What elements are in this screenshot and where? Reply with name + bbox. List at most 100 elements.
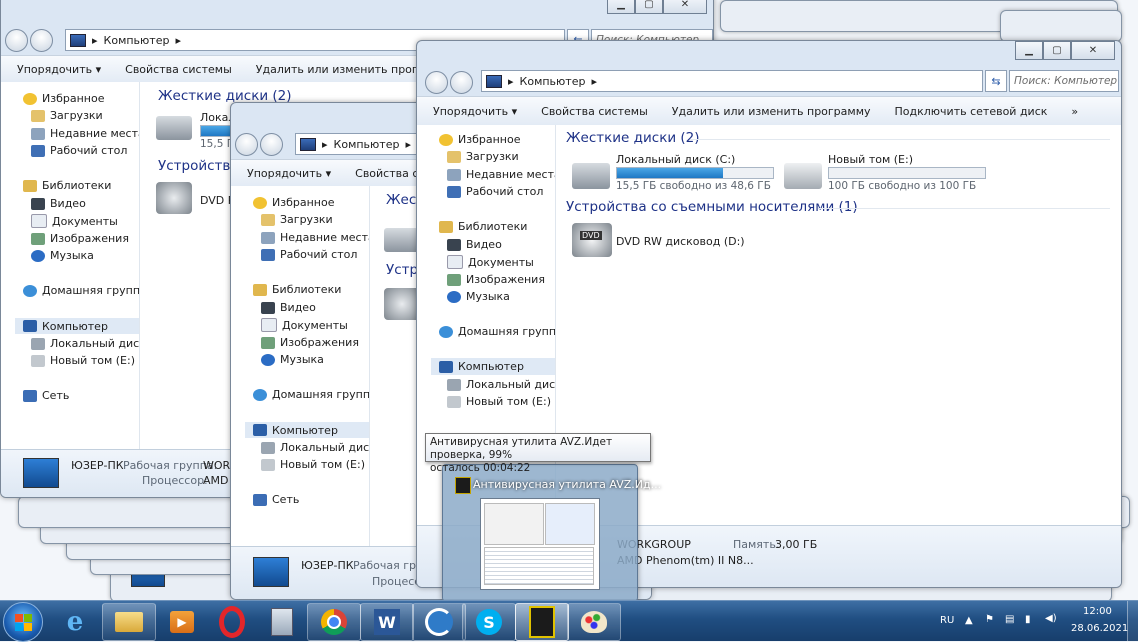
- nav-downloads[interactable]: Загрузки: [31, 109, 103, 122]
- back-button[interactable]: [425, 70, 448, 94]
- minimize-button[interactable]: ▁: [607, 0, 635, 14]
- video-icon: [31, 197, 45, 210]
- nav-network[interactable]: Сеть: [23, 389, 69, 402]
- tray-expand-icon[interactable]: ▲: [965, 615, 973, 626]
- folder-icon: [447, 150, 461, 163]
- map-drive-button[interactable]: Подключить сетевой диск: [895, 105, 1048, 118]
- nav-desktop[interactable]: Рабочий стол: [31, 144, 127, 157]
- organize-button[interactable]: Упорядочить ▾: [17, 63, 101, 76]
- nav-computer[interactable]: Компьютер: [431, 358, 555, 375]
- nav-desktop[interactable]: Рабочий стол: [447, 185, 543, 198]
- nav-new-volume[interactable]: Новый том (E:): [261, 458, 365, 471]
- uninstall-button[interactable]: Удалить или изменить программу: [672, 105, 871, 118]
- taskbar-avz[interactable]: [515, 603, 569, 641]
- close-button[interactable]: ✕: [663, 0, 707, 14]
- taskbar-opera[interactable]: [205, 603, 259, 641]
- computer-name: ЮЗЕР-ПК: [301, 559, 354, 572]
- nav-desktop[interactable]: Рабочий стол: [261, 248, 357, 261]
- action-center-icon[interactable]: ⚑: [985, 614, 994, 625]
- taskbar-thumbnail-preview[interactable]: Антивирусная утилита AVZ.Ид...: [442, 464, 661, 602]
- signal-icon[interactable]: ▮: [1025, 614, 1031, 625]
- drive-name-e[interactable]: Новый том (E:): [828, 153, 913, 166]
- close-button[interactable]: ✕: [1071, 41, 1115, 60]
- nav-new-volume[interactable]: Новый том (E:): [31, 354, 135, 367]
- taskbar-explorer[interactable]: [102, 603, 156, 641]
- taskbar-paint[interactable]: [567, 603, 621, 641]
- network-icon[interactable]: ▤: [1005, 614, 1014, 625]
- organize-button[interactable]: Упорядочить ▾: [247, 167, 331, 180]
- library-icon: [23, 179, 37, 192]
- more-commands-button[interactable]: »: [1071, 105, 1078, 118]
- language-indicator[interactable]: RU: [940, 615, 954, 626]
- taskbar-chrome[interactable]: [307, 603, 361, 641]
- nav-favorites[interactable]: Избранное: [439, 133, 520, 146]
- taskbar-word[interactable]: W: [360, 603, 414, 641]
- taskbar-skype[interactable]: S: [462, 603, 516, 641]
- nav-local-disk[interactable]: Локальный диск (C: [31, 337, 139, 350]
- nav-local-disk[interactable]: Локальный диск (C: [261, 441, 369, 454]
- forward-button[interactable]: [30, 28, 53, 52]
- nav-homegroup[interactable]: Домашняя группа: [439, 325, 555, 338]
- nav-libraries[interactable]: Библиотеки: [253, 283, 341, 296]
- nav-computer[interactable]: Компьютер: [245, 422, 369, 438]
- taskbar-ie[interactable]: e: [48, 603, 102, 641]
- thumbnail-window-preview: [480, 498, 600, 590]
- address-bar[interactable]: ▸ Компьютер ▸: [481, 70, 983, 92]
- nav-images[interactable]: Изображения: [261, 336, 359, 349]
- nav-local-disk[interactable]: Локальный диск (C: [447, 378, 555, 391]
- taskbar-calculator[interactable]: [255, 603, 309, 641]
- nav-images[interactable]: Изображения: [447, 273, 545, 286]
- nav-video[interactable]: Видео: [261, 301, 316, 314]
- nav-favorites[interactable]: Избранное: [23, 92, 104, 105]
- nav-music[interactable]: Музыка: [261, 353, 324, 366]
- nav-video[interactable]: Видео: [447, 238, 502, 251]
- nav-recent[interactable]: Недавние места: [31, 127, 139, 140]
- maximize-button[interactable]: ▢: [635, 0, 663, 14]
- ccleaner-icon: [425, 608, 453, 636]
- nav-downloads[interactable]: Загрузки: [447, 150, 519, 163]
- forward-button[interactable]: [450, 70, 473, 94]
- system-properties-button[interactable]: Свойства системы: [125, 63, 232, 76]
- nav-new-volume[interactable]: Новый том (E:): [447, 395, 551, 408]
- nav-homegroup[interactable]: Домашняя группа: [253, 388, 369, 401]
- organize-button[interactable]: Упорядочить ▾: [433, 105, 517, 118]
- navigation-pane: Избранное Загрузки Недавние места Рабочи…: [231, 186, 370, 546]
- nav-network[interactable]: Сеть: [253, 493, 299, 506]
- nav-music[interactable]: Музыка: [31, 249, 94, 262]
- taskbar-ccleaner[interactable]: [412, 603, 466, 641]
- nav-computer[interactable]: Компьютер: [15, 318, 139, 334]
- nav-libraries[interactable]: Библиотеки: [439, 220, 527, 233]
- minimize-button[interactable]: ▁: [1015, 41, 1043, 60]
- nav-video[interactable]: Видео: [31, 197, 86, 210]
- search-input[interactable]: Поиск: Компьютер: [1009, 70, 1119, 92]
- nav-images[interactable]: Изображения: [31, 232, 129, 245]
- taskbar-media-player[interactable]: ▶: [155, 603, 209, 641]
- show-desktop-button[interactable]: [1127, 601, 1138, 641]
- nav-recent[interactable]: Недавние места: [447, 168, 555, 181]
- nav-documents[interactable]: Документы: [31, 214, 118, 228]
- system-properties-button[interactable]: Свойства системы: [541, 105, 648, 118]
- nav-documents[interactable]: Документы: [261, 318, 348, 332]
- refresh-button[interactable]: ⇆: [985, 70, 1007, 92]
- start-button[interactable]: [3, 602, 43, 642]
- dvd-drive-name[interactable]: DVD RW дисковод (D:): [616, 235, 745, 248]
- drive-icon: [31, 354, 45, 367]
- preview-panel: [484, 503, 544, 545]
- nav-homegroup[interactable]: Домашняя группа: [23, 284, 139, 297]
- clock-time[interactable]: 12:00: [1083, 606, 1112, 617]
- nav-documents[interactable]: Документы: [447, 255, 534, 269]
- volume-icon[interactable]: ◀): [1045, 613, 1057, 624]
- back-button[interactable]: [235, 132, 258, 156]
- section-header-hard-disks: Жесткие диски (2): [566, 130, 700, 146]
- nav-downloads[interactable]: Загрузки: [261, 213, 333, 226]
- clock-date[interactable]: 28.06.2021: [1071, 623, 1128, 634]
- drive-name-c[interactable]: Локальный диск (C:): [616, 153, 735, 166]
- nav-music[interactable]: Музыка: [447, 290, 510, 303]
- nav-libraries[interactable]: Библиотеки: [23, 179, 111, 192]
- nav-recent[interactable]: Недавние места: [261, 231, 369, 244]
- forward-button[interactable]: [260, 132, 283, 156]
- back-button[interactable]: [5, 28, 28, 52]
- nav-favorites[interactable]: Избранное: [253, 196, 334, 209]
- video-icon: [447, 238, 461, 251]
- maximize-button[interactable]: ▢: [1043, 41, 1071, 60]
